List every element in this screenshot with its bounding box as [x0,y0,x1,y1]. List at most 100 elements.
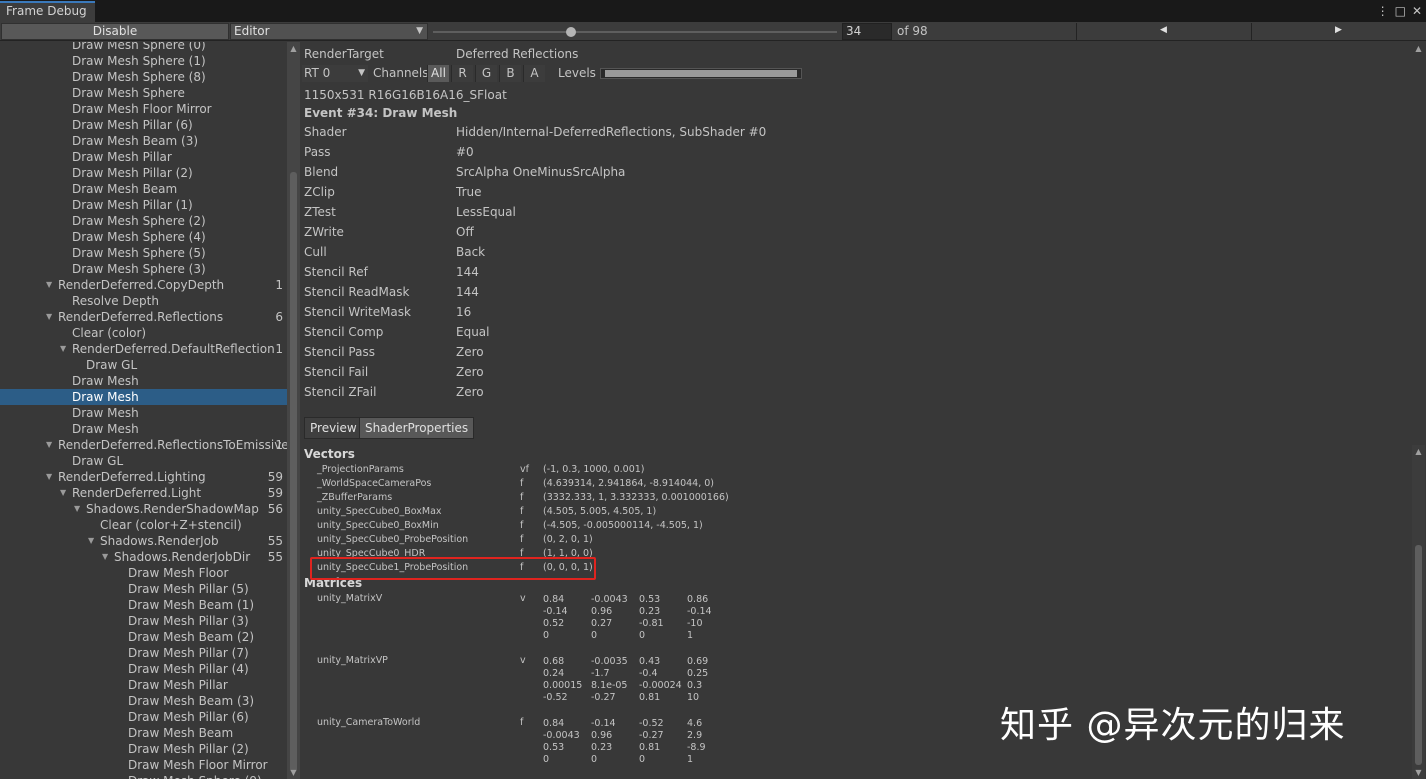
scrollbar-thumb[interactable] [290,172,297,772]
channel-a-button[interactable]: A [523,65,545,82]
tree-row-label: Shadows.RenderShadowMap [86,502,259,516]
source-dropdown[interactable]: Editor ▼ [230,23,428,40]
expand-arrow-icon[interactable]: ▼ [46,437,52,453]
previous-event-button[interactable]: ◀ [1076,23,1250,40]
expand-arrow-icon[interactable]: ▼ [46,469,52,485]
tree-row[interactable]: Draw Mesh Pillar [0,149,287,165]
tree-row[interactable]: ▼ Shadows.RenderJobDir 55 [0,549,287,565]
tree-row[interactable]: Draw Mesh [0,373,287,389]
tree-row[interactable]: Draw Mesh Pillar (6) [0,709,287,725]
tree-row[interactable]: Draw GL [0,357,287,373]
tree-row[interactable]: ▼ RenderDeferred.CopyDepth 1 [0,277,287,293]
matrix-cell: 0.52 [543,618,565,629]
render-target-value[interactable]: Deferred Reflections [456,44,578,64]
tree-row[interactable]: Draw Mesh [0,405,287,421]
disable-button[interactable]: Disable [1,23,229,40]
tree-row[interactable]: Draw Mesh Pillar (7) [0,645,287,661]
tree-row[interactable]: Draw Mesh Pillar (3) [0,613,287,629]
tree-row[interactable]: Draw Mesh Pillar (2) [0,165,287,181]
tree-row[interactable]: Resolve Depth [0,293,287,309]
channel-b-button[interactable]: B [499,65,521,82]
tree-row[interactable]: Draw Mesh Beam [0,181,287,197]
tree-row[interactable]: Draw Mesh Beam (3) [0,133,287,149]
scroll-up-icon[interactable]: ▲ [1412,44,1425,53]
channel-r-button[interactable]: R [451,65,473,82]
rt-dropdown[interactable]: RT 0 ▼ [302,65,368,82]
source-dropdown-value: Editor [234,24,270,38]
tree-row[interactable]: Draw Mesh Floor Mirror [0,757,287,773]
tree-row[interactable]: Draw Mesh Sphere [0,85,287,101]
tree-row[interactable]: Draw Mesh Beam [0,725,287,741]
matrix-cell: 0.84 [543,594,565,605]
levels-range-slider[interactable] [600,68,802,79]
scroll-up-icon[interactable]: ▲ [1412,447,1425,456]
tree-row[interactable]: Clear (color+Z+stencil) [0,517,287,533]
tree-row[interactable]: Draw Mesh Sphere (4) [0,229,287,245]
scroll-down-icon[interactable]: ▼ [1412,768,1425,777]
event-slider-thumb[interactable] [566,27,576,37]
expand-arrow-icon[interactable]: ▼ [60,485,66,501]
channel-g-button[interactable]: G [475,65,497,82]
tree-row[interactable]: Draw Mesh Sphere (9) [0,773,287,779]
next-event-button[interactable]: ▶ [1251,23,1425,40]
expand-arrow-icon[interactable]: ▼ [60,341,66,357]
tree-row[interactable]: ▼ Shadows.RenderJob 55 [0,533,287,549]
tree-row[interactable]: ▼ RenderDeferred.Light 59 [0,485,287,501]
tree-row[interactable]: ▼ RenderDeferred.DefaultReflection 1 [0,341,287,357]
tab-shader-properties[interactable]: ShaderProperties [359,417,475,439]
scroll-up-icon[interactable]: ▲ [287,44,300,53]
tree-row-label: Draw Mesh Sphere (9) [128,773,262,779]
matrix-cell: -10 [687,618,703,629]
event-slider-track[interactable] [433,31,837,33]
tree-row[interactable]: Draw Mesh Pillar (2) [0,741,287,757]
levels-range-fill[interactable] [605,70,797,77]
tree-row[interactable]: Draw Mesh Pillar [0,677,287,693]
vector-type: f [520,492,524,503]
render-state-value: Equal [456,325,490,339]
tree-row[interactable]: ▼ RenderDeferred.Reflections 6 [0,309,287,325]
shader-properties-scrollbar[interactable]: ▲ ▼ [1412,445,1425,779]
maximize-icon[interactable]: □ [1395,3,1406,19]
menu-icon[interactable]: ⋮ [1377,3,1389,19]
tree-row[interactable]: Draw Mesh Pillar (1) [0,197,287,213]
scrollbar-thumb[interactable] [1415,545,1422,765]
tree-row[interactable]: Draw Mesh Sphere (8) [0,69,287,85]
tree-row[interactable]: Draw Mesh Beam (1) [0,597,287,613]
tree-row[interactable]: Draw Mesh Floor [0,565,287,581]
tab-frame-debug[interactable]: Frame Debug [0,1,95,22]
expand-arrow-icon[interactable]: ▼ [46,277,52,293]
tree-row[interactable]: Clear (color) [0,325,287,341]
tree-row-label: Shadows.RenderJobDir [114,550,251,564]
render-state-key: Stencil ZFail [304,385,377,399]
tree-row[interactable]: Draw Mesh Beam (3) [0,693,287,709]
expand-arrow-icon[interactable]: ▼ [46,309,52,325]
tree-row[interactable]: ▼ RenderDeferred.ReflectionsToEmissive 1 [0,437,287,453]
scroll-down-icon[interactable]: ▼ [287,768,300,777]
tree-row[interactable]: Draw Mesh Sphere (0) [0,42,287,53]
tree-row[interactable]: ▼ RenderDeferred.Lighting 59 [0,469,287,485]
tree-row[interactable]: Draw Mesh Sphere (3) [0,261,287,277]
close-icon[interactable]: ✕ [1412,3,1422,19]
tree-row[interactable]: Draw Mesh [0,389,287,405]
tree-row[interactable]: Draw Mesh Pillar (4) [0,661,287,677]
expand-arrow-icon[interactable]: ▼ [88,533,94,549]
tree-row[interactable]: Draw GL [0,453,287,469]
tree-row[interactable]: Draw Mesh [0,421,287,437]
expand-arrow-icon[interactable]: ▼ [74,501,80,517]
tab-preview[interactable]: Preview [304,417,363,439]
details-scroll-up[interactable]: ▲ [1412,42,1425,442]
tree-row[interactable]: Draw Mesh Sphere (5) [0,245,287,261]
tree-row-label: Shadows.RenderJob [100,534,219,548]
tree-row[interactable]: Draw Mesh Sphere (2) [0,213,287,229]
channel-all-button[interactable]: All [427,65,449,82]
tree-row[interactable]: Draw Mesh Pillar (6) [0,117,287,133]
tree-row[interactable]: Draw Mesh Sphere (1) [0,53,287,69]
tree-row[interactable]: Draw Mesh Beam (2) [0,629,287,645]
expand-arrow-icon[interactable]: ▼ [102,549,108,565]
tree-row[interactable]: Draw Mesh Floor Mirror [0,101,287,117]
event-tree-scrollbar[interactable]: ▲ ▼ [287,42,300,779]
tree-row[interactable]: ▼ Shadows.RenderShadowMap 56 [0,501,287,517]
matrix-cell: 0.96 [591,606,613,617]
tree-row[interactable]: Draw Mesh Pillar (5) [0,581,287,597]
event-index-input[interactable]: 34 [842,23,892,40]
